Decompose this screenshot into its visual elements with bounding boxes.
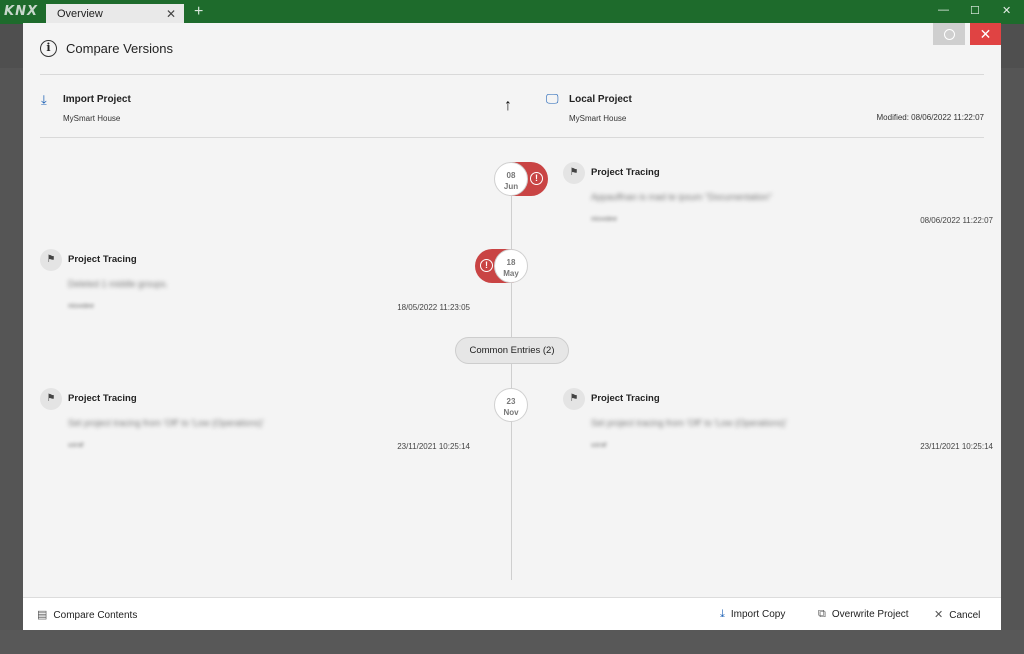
dialog-close-button[interactable]: ✕ [970,23,1001,45]
import-project-label: Import Project [63,94,131,105]
window-close-icon[interactable]: ✕ [1002,4,1011,17]
dialog-title: Compare Versions [66,41,173,56]
restore-button[interactable] [933,23,965,45]
entry-timestamp: 23/11/2021 10:25:14 [397,442,470,451]
flag-icon: ⚑ [40,249,62,271]
compare-contents-button[interactable]: ▤ Compare Contents [37,608,137,621]
entry-title: Project Tracing [68,254,137,265]
entry-description: Deleted 1 middle groups. [68,279,169,289]
overwrite-project-button[interactable]: ⧉ Overwrite Project [818,608,909,621]
entry-user: nlovidee [591,216,618,223]
timeline-date: 08 Jun [494,162,528,196]
timeline-date: 23 Nov [494,388,528,422]
flag-icon: ⚑ [563,162,585,184]
flag-icon: ⚑ [563,388,585,410]
tab-close-icon[interactable]: ✕ [166,7,176,21]
import-icon: ⤓ [720,608,725,620]
add-tab-icon[interactable]: + [194,3,203,21]
compare-contents-label: Compare Contents [53,610,138,621]
timeline-date: 18 May [494,249,528,283]
minimize-icon[interactable]: — [938,4,949,16]
common-entries-button[interactable]: Common Entries (2) [455,337,569,364]
entry-title: Project Tracing [591,167,660,178]
entry-description: Set project tracing from 'Off' to 'Low (… [591,418,787,428]
import-copy-button[interactable]: ⤓ Import Copy [720,608,785,621]
cancel-button[interactable]: ✕ Cancel [934,608,980,621]
warning-icon: ! [480,259,493,272]
date-day: 23 [506,397,516,406]
date-month: May [503,269,519,278]
divider [40,137,984,138]
overwrite-icon: ⧉ [818,608,826,620]
date-month: Jun [503,182,519,191]
entry-title: Project Tracing [68,393,137,404]
tab-overview[interactable]: Overview ✕ [46,4,184,24]
dialog-footer: ▤ Compare Contents ⤓ Import Copy ⧉ Overwrit… [23,597,1001,630]
date-day: 08 [506,171,516,180]
entry-description: Set project tracing from 'Off' to 'Low (… [68,418,264,428]
local-project-label: Local Project [569,94,632,105]
entry-timestamp: 08/06/2022 11:22:07 [920,216,993,225]
entry-title: Project Tracing [591,393,660,404]
info-icon: i [40,40,57,57]
monitor-icon: 🖵 [546,91,559,106]
date-month: Nov [503,408,519,417]
local-project-name: MySmart House [569,114,627,123]
app-titlebar: KNX Overview ✕ + — ☐ ✕ [0,0,1024,24]
import-icon: ⤓ [41,92,47,107]
overwrite-project-label: Overwrite Project [831,609,909,620]
compare-versions-dialog: i Compare Versions ✕ ⤓ Import Project My… [23,23,1001,630]
cancel-label: Cancel [949,610,981,621]
entry-description: Appauffnan is mad te ipsum "Documentatio… [591,192,772,202]
app-status-strip [0,630,1024,654]
timeline-axis [511,175,512,580]
entry-user: nlovidee [68,303,95,310]
timeline-entry: ⚑ Project Tracing Set project tracing fr… [563,388,993,458]
flag-icon: ⚑ [40,388,62,410]
cancel-icon: ✕ [934,609,944,621]
document-icon: ▤ [37,609,48,621]
import-project-name: MySmart House [63,114,121,123]
timeline-entry: ⚑ Project Tracing Deleted 1 middle group… [40,249,470,319]
knx-logo: KNX [4,4,38,19]
arrow-up-icon: ↑ [504,97,512,114]
entry-timestamp: 18/05/2022 11:23:05 [397,303,470,312]
warning-icon: ! [530,172,543,185]
timeline-entry: ⚑ Project Tracing Appauffnan is mad te i… [563,162,993,232]
entry-timestamp: 23/11/2021 10:25:14 [920,442,993,451]
timeline-entry: ⚑ Project Tracing Set project tracing fr… [40,388,470,458]
maximize-icon[interactable]: ☐ [970,4,980,17]
entry-user: usraf [68,442,84,449]
local-project-modified: Modified: 08/06/2022 11:22:07 [876,113,985,122]
entry-user: usraf [591,442,607,449]
tab-label: Overview [57,8,103,20]
import-copy-label: Import Copy [730,609,786,620]
date-day: 18 [506,258,516,267]
divider [40,74,984,75]
